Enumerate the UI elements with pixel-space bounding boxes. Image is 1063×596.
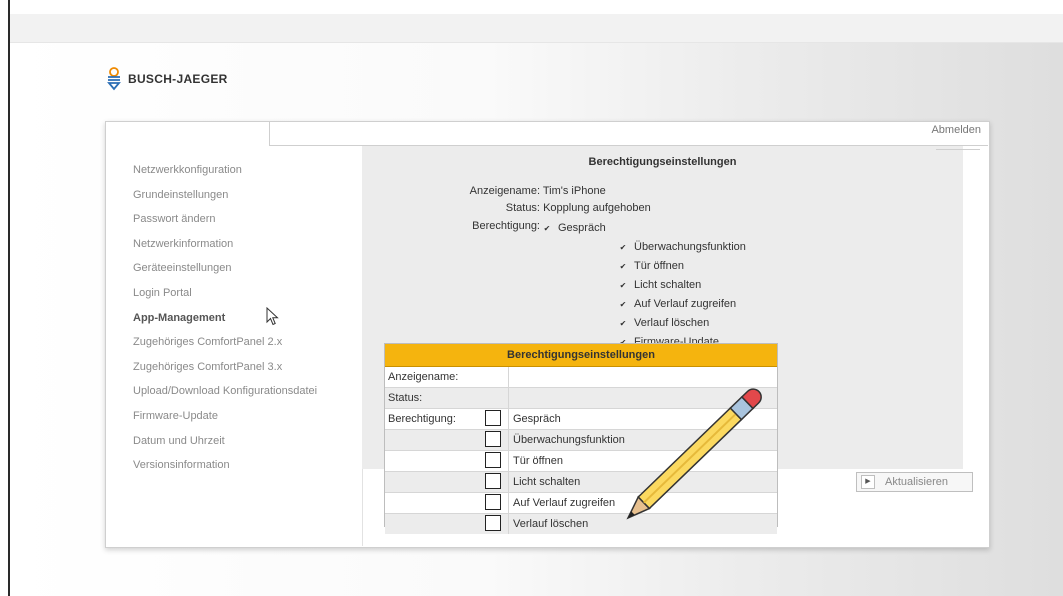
sidebar-item-firmware-update[interactable]: Firmware-Update xyxy=(133,408,317,433)
panel-tab xyxy=(106,122,270,146)
row-value: Auf Verlauf zugreifen xyxy=(513,497,616,509)
row-label: Anzeigename: xyxy=(388,371,459,383)
row-value: Verlauf löschen xyxy=(513,518,589,530)
sidebar-item-upload-download[interactable]: Upload/Download Konfigurationsdatei xyxy=(133,383,317,408)
cell-divider xyxy=(508,451,509,471)
status-row: Status: Kopplung aufgehoben xyxy=(428,202,651,214)
permissions-content: Berechtigungseinstellungen Anzeigename: … xyxy=(362,146,963,344)
permission-item-label: Tür öffnen xyxy=(634,260,684,272)
mouse-pointer-icon xyxy=(266,307,279,326)
cell-divider xyxy=(508,409,509,429)
permission-item-label: Überwachungsfunktion xyxy=(634,241,746,253)
row-value: Tür öffnen xyxy=(513,455,563,467)
divider xyxy=(936,149,980,150)
cell-divider xyxy=(508,493,509,513)
permission-label: Berechtigung: xyxy=(472,220,540,232)
display-name-row: Anzeigename: Tim's iPhone xyxy=(428,185,606,197)
pencil-icon xyxy=(626,388,762,520)
sidebar-item-login-portal[interactable]: Login Portal xyxy=(133,285,317,310)
sidebar-item-passwort[interactable]: Passwort ändern xyxy=(133,211,317,236)
checkbox-checked-icon[interactable]: ✔ xyxy=(619,301,627,309)
sidebar-item-geraeteeinstellungen[interactable]: Geräteeinstellungen xyxy=(133,260,317,285)
checkbox-checked-icon[interactable]: ✔ xyxy=(619,320,627,328)
checkbox-checked-icon[interactable]: ✔ xyxy=(543,225,551,233)
row-value: Licht schalten xyxy=(513,476,581,488)
checkbox-checked-icon[interactable]: ✔ xyxy=(619,263,627,271)
checkbox-icon[interactable] xyxy=(485,431,501,447)
checkbox-icon[interactable] xyxy=(485,410,501,426)
checkbox-icon[interactable] xyxy=(485,515,501,531)
permission-item[interactable]: ✔ Licht schalten xyxy=(619,279,702,295)
checkbox-checked-icon[interactable]: ✔ xyxy=(619,282,627,290)
permission-item-label: Verlauf löschen xyxy=(634,317,710,329)
overlay-table-title: Berechtigungseinstellungen xyxy=(385,344,777,367)
sidebar-item-netzwerkinformation[interactable]: Netzwerkinformation xyxy=(133,236,317,261)
sidebar-item-datum-uhrzeit[interactable]: Datum und Uhrzeit xyxy=(133,433,317,458)
refresh-button[interactable]: ▶ Aktualisieren xyxy=(856,472,973,492)
cell-divider xyxy=(508,430,509,450)
sidebar-item-comfortpanel-3[interactable]: Zugehöriges ComfortPanel 3.x xyxy=(133,359,317,384)
sidebar-item-netzwerkkonfiguration[interactable]: Netzwerkkonfiguration xyxy=(133,162,317,187)
row-label: Status: xyxy=(388,392,423,404)
sidebar-item-app-management[interactable]: App-Management xyxy=(133,310,317,335)
sidebar-item-versionsinformation[interactable]: Versionsinformation xyxy=(133,457,317,482)
row-value: Gespräch xyxy=(513,413,561,425)
cell-divider xyxy=(508,514,509,534)
cell-divider xyxy=(508,388,509,408)
permission-item[interactable]: ✔ Überwachungsfunktion xyxy=(619,241,746,257)
permission-item-label: Licht schalten xyxy=(634,279,702,291)
permission-item-label: Gespräch xyxy=(558,222,606,234)
sidebar-item-grundeinstellungen[interactable]: Grundeinstellungen xyxy=(133,187,317,212)
refresh-label: Aktualisieren xyxy=(885,476,948,488)
cell-divider xyxy=(508,367,509,387)
status-value: Kopplung aufgehoben xyxy=(543,202,651,214)
play-triangle-icon: ▶ xyxy=(861,475,875,489)
display-name-label: Anzeigename: xyxy=(469,185,540,197)
permission-item-label: Auf Verlauf zugreifen xyxy=(634,298,737,310)
logo-icon xyxy=(107,67,121,91)
permission-item[interactable]: ✔ Verlauf löschen xyxy=(619,317,710,333)
checkbox-checked-icon[interactable]: ✔ xyxy=(619,244,627,252)
permission-item[interactable]: ✔ Auf Verlauf zugreifen xyxy=(619,298,736,314)
checkbox-icon[interactable] xyxy=(485,473,501,489)
permission-row: Berechtigung: xyxy=(428,220,540,232)
row-value: Überwachungsfunktion xyxy=(513,434,625,446)
brand-logo: BUSCH-JAEGER xyxy=(106,66,228,92)
status-label: Status: xyxy=(505,202,540,214)
permission-item[interactable]: ✔ Tür öffnen xyxy=(619,260,684,276)
display-name-value: Tim's iPhone xyxy=(542,185,606,197)
permission-item[interactable]: ✔ Gespräch xyxy=(543,222,606,238)
sidebar-item-comfortpanel-2[interactable]: Zugehöriges ComfortPanel 2.x xyxy=(133,334,317,359)
sidebar-nav: Netzwerkkonfiguration Grundeinstellungen… xyxy=(133,162,317,482)
permissions-title: Berechtigungseinstellungen xyxy=(588,156,737,168)
browser-toolbar xyxy=(10,14,1063,43)
brand-name: BUSCH-JAEGER xyxy=(128,72,228,86)
logout-link[interactable]: Abmelden xyxy=(931,124,981,136)
row-label: Berechtigung: xyxy=(388,413,456,425)
checkbox-icon[interactable] xyxy=(485,494,501,510)
cell-divider xyxy=(508,472,509,492)
checkbox-icon[interactable] xyxy=(485,452,501,468)
